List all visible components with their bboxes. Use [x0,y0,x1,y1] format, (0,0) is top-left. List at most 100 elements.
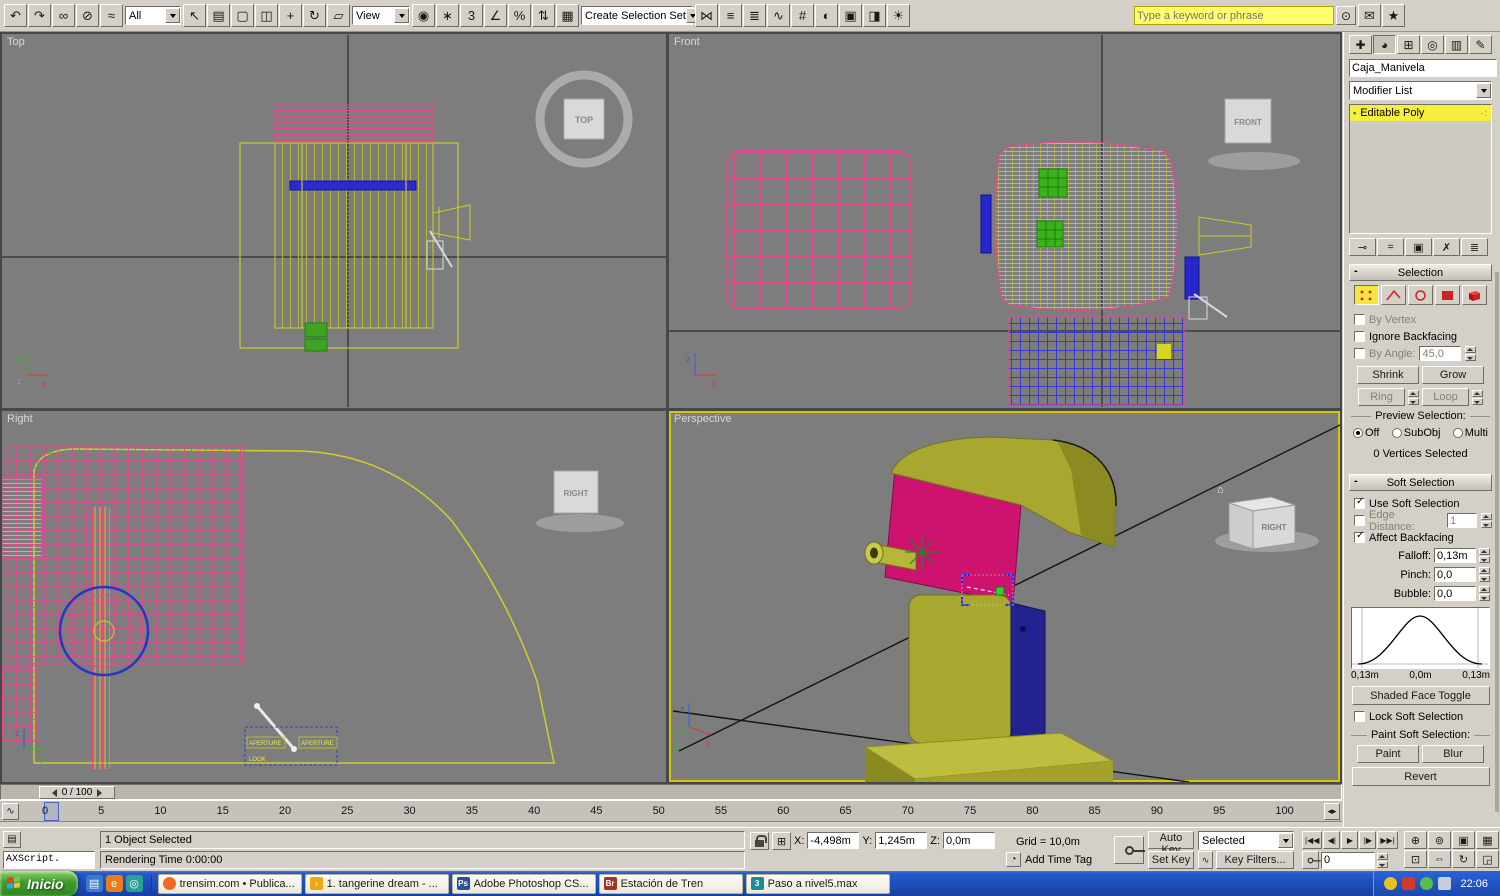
window-crossing-icon[interactable]: ◫ [255,4,278,27]
zoom-region-icon[interactable]: ⊡ [1404,850,1427,868]
tab-display[interactable]: ▥ [1445,35,1468,54]
blur-button[interactable]: Blur [1422,745,1484,763]
render-setup-icon[interactable]: ▣ [839,4,862,27]
communicate-icon[interactable]: ✉ [1358,4,1381,27]
configure-modifier-sets-icon[interactable]: ≣ [1461,238,1488,256]
viewport-right[interactable]: Right [2,411,666,782]
angle-snap-icon[interactable]: ∠ [484,4,507,27]
viewport-label[interactable]: Right [7,413,33,425]
ring-spinner[interactable] [1408,390,1419,405]
maxscript-mini-listener[interactable]: AXScript. [3,851,95,869]
select-and-manipulate-icon[interactable]: ∗ [436,4,459,27]
object-name-input[interactable] [1349,59,1497,77]
previous-frame-arrow-icon[interactable] [52,789,57,797]
tab-modify[interactable]: ◕ [1373,35,1396,54]
dropdown-arrow-icon[interactable] [394,8,409,23]
schematic-view-icon[interactable]: # [791,4,814,27]
modifier-list-dropdown[interactable]: Modifier List [1349,81,1492,100]
time-tag-icon[interactable]: ◔ [1006,852,1021,867]
selection-lock-toggle[interactable] [750,832,769,850]
browser-icon[interactable]: e [106,875,123,892]
track-bar[interactable]: ∿ 05101520253035404550556065707580859095… [0,800,1342,822]
z-coordinate-input[interactable] [943,832,995,849]
go-to-start-button[interactable]: |◀◀ [1302,831,1322,849]
dropdown-arrow-icon[interactable] [1476,83,1491,98]
paint-button[interactable]: Paint [1357,745,1419,763]
mirror-icon[interactable]: ⋈ [695,4,718,27]
key-mode-dropdown[interactable]: Selected [1198,831,1294,850]
zoom-all-icon[interactable]: ⊚ [1428,831,1451,849]
edge-distance-input[interactable] [1447,513,1477,528]
border-subobject-button[interactable] [1408,285,1433,305]
time-slider[interactable]: 0 / 100 [0,784,1342,800]
key-mode-toggle-icon[interactable] [1302,851,1319,869]
ring-button[interactable]: Ring [1358,388,1405,406]
command-panel-scrollbar[interactable] [1495,272,1499,812]
tab-hierarchy[interactable]: ⊞ [1397,35,1420,54]
shaded-face-toggle-button[interactable]: Shaded Face Toggle [1352,686,1490,705]
play-button[interactable]: ▶ [1341,831,1358,849]
zoom-extents-all-icon[interactable]: ▦ [1476,831,1499,849]
taskbar-task-button[interactable]: Ps Adobe Photoshop CS... [452,874,596,894]
lock-soft-selection-checkbox[interactable] [1354,711,1365,722]
viewport-label[interactable]: Perspective [674,413,731,425]
unlink-selection-icon[interactable]: ⊘ [76,4,99,27]
open-mini-curve-editor-icon[interactable]: ∿ [2,803,19,820]
favorites-icon[interactable]: ★ [1382,4,1405,27]
shrink-button[interactable]: Shrink [1357,366,1419,384]
reference-coordinate-dropdown[interactable]: View [352,6,410,25]
dropdown-arrow-icon[interactable] [1278,833,1293,848]
by-angle-checkbox[interactable] [1354,348,1365,359]
preview-subobj-radio[interactable] [1392,428,1402,438]
loop-spinner[interactable] [1472,390,1483,405]
viewport-label[interactable]: Top [7,36,25,48]
edge-distance-spinner[interactable] [1481,513,1492,528]
pan-icon[interactable]: ⇔ [1428,850,1451,868]
edge-distance-checkbox[interactable] [1354,515,1365,526]
viewport-front[interactable]: Front [669,34,1340,408]
by-angle-spinner[interactable] [1465,346,1476,361]
polygon-subobject-button[interactable] [1435,285,1460,305]
named-selection-set-dropdown[interactable]: Create Selection Set [581,6,693,25]
tray-antivirus-icon[interactable] [1402,877,1415,890]
falloff-input[interactable] [1434,548,1476,563]
pinch-input[interactable] [1434,567,1476,582]
rectangular-selection-region-icon[interactable]: ▢ [231,4,254,27]
remove-modifier-icon[interactable]: ✗ [1433,238,1460,256]
loop-button[interactable]: Loop [1422,388,1469,406]
percent-snap-icon[interactable]: % [508,4,531,27]
vertex-subobject-button[interactable] [1354,285,1379,305]
use-pivot-point-center-icon[interactable]: ◉ [412,4,435,27]
maxscript-listener-icon[interactable]: ▤ [3,831,21,848]
affect-backfacing-checkbox[interactable] [1354,532,1365,543]
revert-button[interactable]: Revert [1352,767,1490,786]
start-button[interactable]: Inicio [0,871,78,896]
current-frame-input[interactable] [1321,852,1375,869]
snaps-toggle-icon[interactable]: 3 [460,4,483,27]
soft-selection-rollout-header[interactable]: Soft Selection [1349,474,1492,491]
select-and-move-icon[interactable]: + [279,4,302,27]
default-tangent-icon[interactable]: ∿ [1198,851,1213,869]
previous-frame-button[interactable]: ◀| [1323,831,1340,849]
viewport-label[interactable]: Front [674,36,700,48]
set-key-button[interactable]: Set Key [1148,851,1194,869]
pinch-spinner[interactable] [1479,567,1490,582]
search-icon[interactable]: ⊙ [1336,6,1356,25]
by-vertex-checkbox[interactable] [1354,314,1365,325]
align-icon[interactable]: ≡ [719,4,742,27]
taskbar-task-button[interactable]: Br Estación de Tren [599,874,743,894]
select-and-link-icon[interactable]: ∞ [52,4,75,27]
search-input[interactable] [1135,8,1333,23]
redo-icon[interactable]: ↷ [28,4,51,27]
taskbar-task-button[interactable]: trensim.com • Publica... [158,874,302,894]
select-and-rotate-icon[interactable]: ↻ [303,4,326,27]
stack-item-editable-poly[interactable]: ▪ Editable Poly ·: [1350,105,1491,121]
absolute-mode-toggle[interactable]: ⊞ [772,832,791,850]
frame-spinner[interactable] [1377,853,1388,868]
pin-stack-icon[interactable]: ⊸ [1349,238,1376,256]
spinner-snap-icon[interactable]: ⇅ [532,4,555,27]
set-keys-button[interactable] [1114,836,1144,864]
media-player-icon[interactable]: ◎ [126,875,143,892]
add-time-tag[interactable]: ◔ Add Time Tag [1006,852,1092,867]
key-filters-button[interactable]: Key Filters... [1216,851,1294,869]
